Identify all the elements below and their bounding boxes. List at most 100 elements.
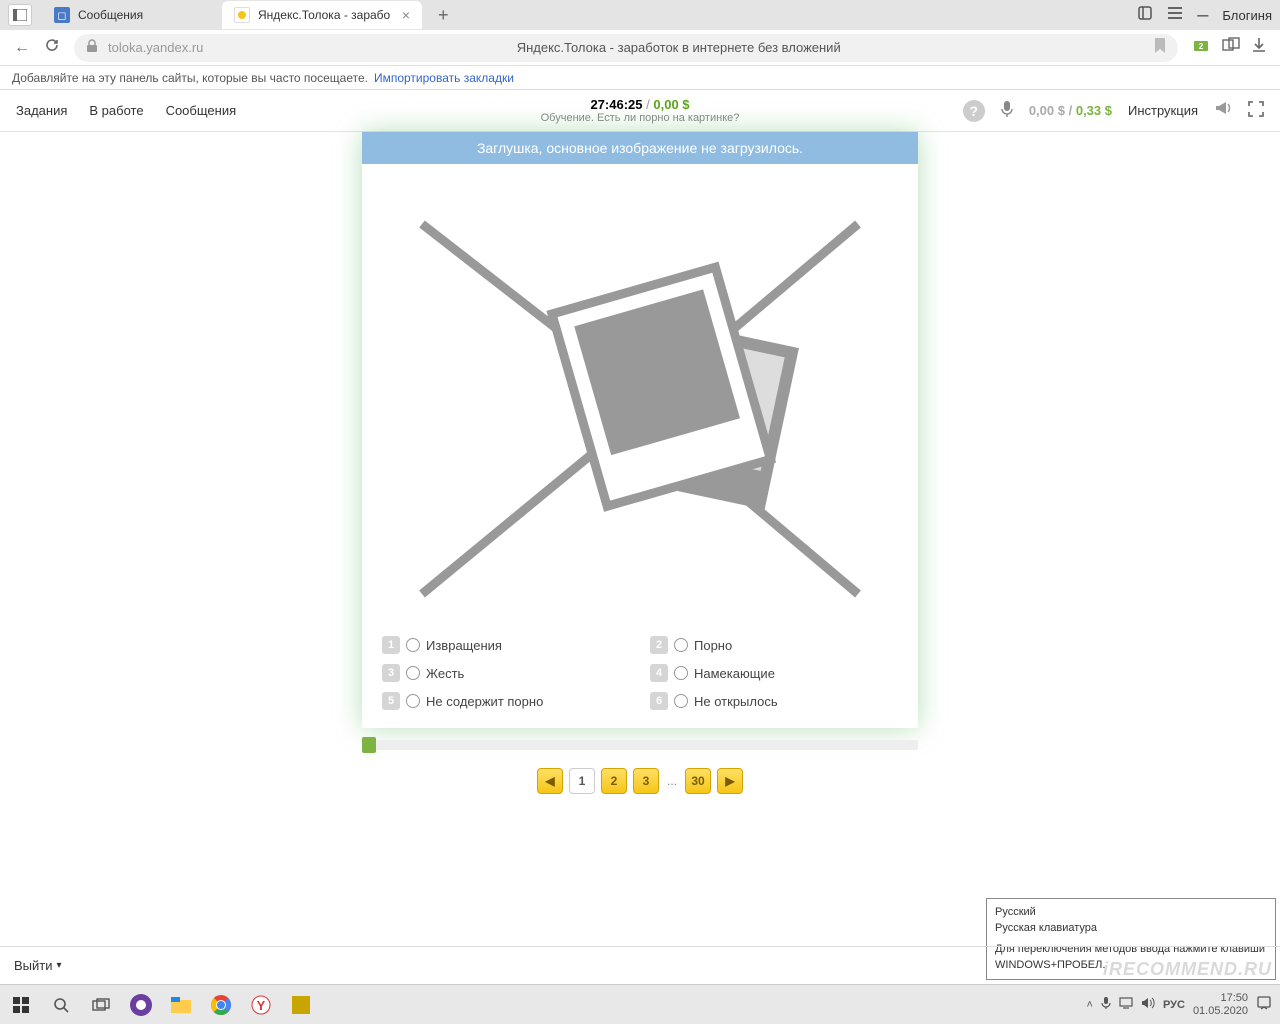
page-prev-button[interactable]: ◀ [537, 768, 563, 794]
key-badge: 5 [382, 692, 400, 710]
page-button-last[interactable]: 30 [685, 768, 711, 794]
option-not-opened[interactable]: 6 Не открылось [650, 692, 898, 710]
key-badge: 4 [650, 664, 668, 682]
windows-taskbar: Y ˄ РУС 17:50 01.05.2020 [0, 984, 1280, 1024]
page-ellipsis: ... [665, 774, 679, 788]
close-icon[interactable]: × [402, 7, 410, 23]
option-label: Извращения [426, 638, 502, 653]
page-button-3[interactable]: 3 [633, 768, 659, 794]
app-icon[interactable] [288, 992, 314, 1018]
option-gore[interactable]: 3 Жесть [382, 664, 630, 682]
bookmark-reader-icon[interactable] [1137, 5, 1153, 26]
options-grid: 1 Извращения 2 Порно 3 Жесть 4 Намекающие 5 Н… [362, 624, 918, 728]
alice-icon[interactable] [128, 992, 154, 1018]
tray-clock[interactable]: 17:50 01.05.2020 [1193, 992, 1248, 1016]
exit-button[interactable]: Выйти ▾ [14, 958, 62, 973]
help-icon[interactable]: ? [963, 100, 985, 122]
radio-icon [674, 638, 688, 652]
tray-cast-icon[interactable] [1119, 997, 1133, 1012]
svg-text:Y: Y [257, 998, 266, 1013]
key-badge: 1 [382, 636, 400, 654]
tab-title: Сообщения [78, 8, 143, 22]
option-label: Порно [694, 638, 732, 653]
bookmark-icon[interactable] [1154, 38, 1166, 57]
radio-icon [406, 638, 420, 652]
earnings-display: 0,00 $ / 0,33 $ [1029, 103, 1112, 118]
progress-thumb[interactable] [362, 737, 376, 753]
ime-kbd: Русская клавиатура [995, 921, 1267, 936]
option-label: Не открылось [694, 694, 778, 709]
nav-tasks[interactable]: Задания [16, 103, 67, 118]
option-porn[interactable]: 2 Порно [650, 636, 898, 654]
download-icon[interactable] [1252, 37, 1266, 58]
mic-icon[interactable] [1001, 100, 1013, 121]
extension-icon[interactable]: 2 [1192, 36, 1210, 59]
tray-chevron-icon[interactable]: ˄ [1087, 999, 1093, 1011]
option-no-porn[interactable]: 5 Не содержит порно [382, 692, 630, 710]
url-text: toloka.yandex.ru [108, 40, 203, 55]
explorer-icon[interactable] [168, 992, 194, 1018]
page-button-1[interactable]: 1 [569, 768, 595, 794]
toloka-header: Задания В работе Сообщения 27:46:25 / 0,… [0, 90, 1280, 132]
browser-tab-strip: ◻ Сообщения Яндекс.Толока - зарабо × + –… [0, 0, 1280, 30]
nav-messages[interactable]: Сообщения [166, 103, 237, 118]
toloka-footer: Выйти ▾ [0, 946, 1280, 984]
radio-icon [674, 694, 688, 708]
page-next-button[interactable]: ▶ [717, 768, 743, 794]
sidebar-toggle-icon[interactable] [8, 4, 32, 26]
pagination: ◀ 1 2 3 ... 30 ▶ [537, 768, 743, 794]
option-label: Не содержит порно [426, 694, 543, 709]
back-icon[interactable]: ← [14, 39, 30, 57]
radio-icon [406, 694, 420, 708]
browser-tab-toloka[interactable]: Яндекс.Толока - зарабо × [222, 1, 422, 29]
menu-icon[interactable] [1167, 6, 1183, 25]
bookmark-hint: Добавляйте на эту панель сайты, которые … [12, 71, 368, 85]
option-label: Намекающие [694, 666, 775, 681]
placeholder-image [362, 164, 918, 624]
tray-volume-icon[interactable] [1141, 997, 1155, 1012]
lock-icon [86, 39, 98, 56]
chevron-down-icon: ▾ [57, 960, 62, 971]
key-badge: 2 [650, 636, 668, 654]
import-bookmarks-link[interactable]: Импортировать закладки [374, 71, 514, 85]
task-card: Заглушка, основное изображение не загруз… [362, 132, 918, 728]
progress-bar[interactable] [362, 740, 918, 750]
tray-mic-icon[interactable] [1101, 996, 1111, 1013]
key-badge: 3 [382, 664, 400, 682]
option-perversions[interactable]: 1 Извращения [382, 636, 630, 654]
page-button-2[interactable]: 2 [601, 768, 627, 794]
chrome-icon[interactable] [208, 992, 234, 1018]
minimize-icon[interactable]: – [1197, 4, 1208, 27]
bookmark-bar: Добавляйте на эту панель сайты, которые … [0, 66, 1280, 90]
browser-tab-messages[interactable]: ◻ Сообщения [42, 1, 222, 29]
page-title: Яндекс.Толока - заработок в интернете бе… [213, 40, 1144, 55]
tab-title: Яндекс.Толока - зарабо [258, 8, 390, 22]
task-area: Заглушка, основное изображение не загруз… [0, 132, 1280, 794]
yandex-browser-icon[interactable]: Y [248, 992, 274, 1018]
option-hinting[interactable]: 4 Намекающие [650, 664, 898, 682]
address-bar[interactable]: toloka.yandex.ru Яндекс.Толока - заработ… [74, 34, 1178, 62]
reload-icon[interactable] [44, 37, 60, 58]
fullscreen-icon[interactable] [1248, 101, 1264, 120]
image-failed-banner: Заглушка, основное изображение не загруз… [362, 132, 918, 164]
nav-in-work[interactable]: В работе [89, 103, 143, 118]
extensions-menu-icon[interactable] [1222, 37, 1240, 58]
start-icon[interactable] [8, 992, 34, 1018]
key-badge: 6 [650, 692, 668, 710]
ime-lang: Русский [995, 905, 1267, 920]
task-timer: 27:46:25 / 0,00 $ [541, 97, 740, 112]
instruction-link[interactable]: Инструкция [1128, 103, 1198, 118]
announce-icon[interactable] [1214, 100, 1232, 121]
tab-favicon-icon [234, 7, 250, 23]
tray-lang[interactable]: РУС [1163, 999, 1185, 1011]
radio-icon [674, 666, 688, 680]
search-icon[interactable] [48, 992, 74, 1018]
tab-favicon-icon: ◻ [54, 7, 70, 23]
task-name: Обучение. Есть ли порно на картинке? [541, 112, 740, 124]
tray-notifications-icon[interactable] [1256, 995, 1272, 1014]
radio-icon [406, 666, 420, 680]
new-tab-button[interactable]: + [430, 5, 457, 26]
profile-label[interactable]: Блогиня [1222, 8, 1272, 23]
taskview-icon[interactable] [88, 992, 114, 1018]
option-label: Жесть [426, 666, 464, 681]
